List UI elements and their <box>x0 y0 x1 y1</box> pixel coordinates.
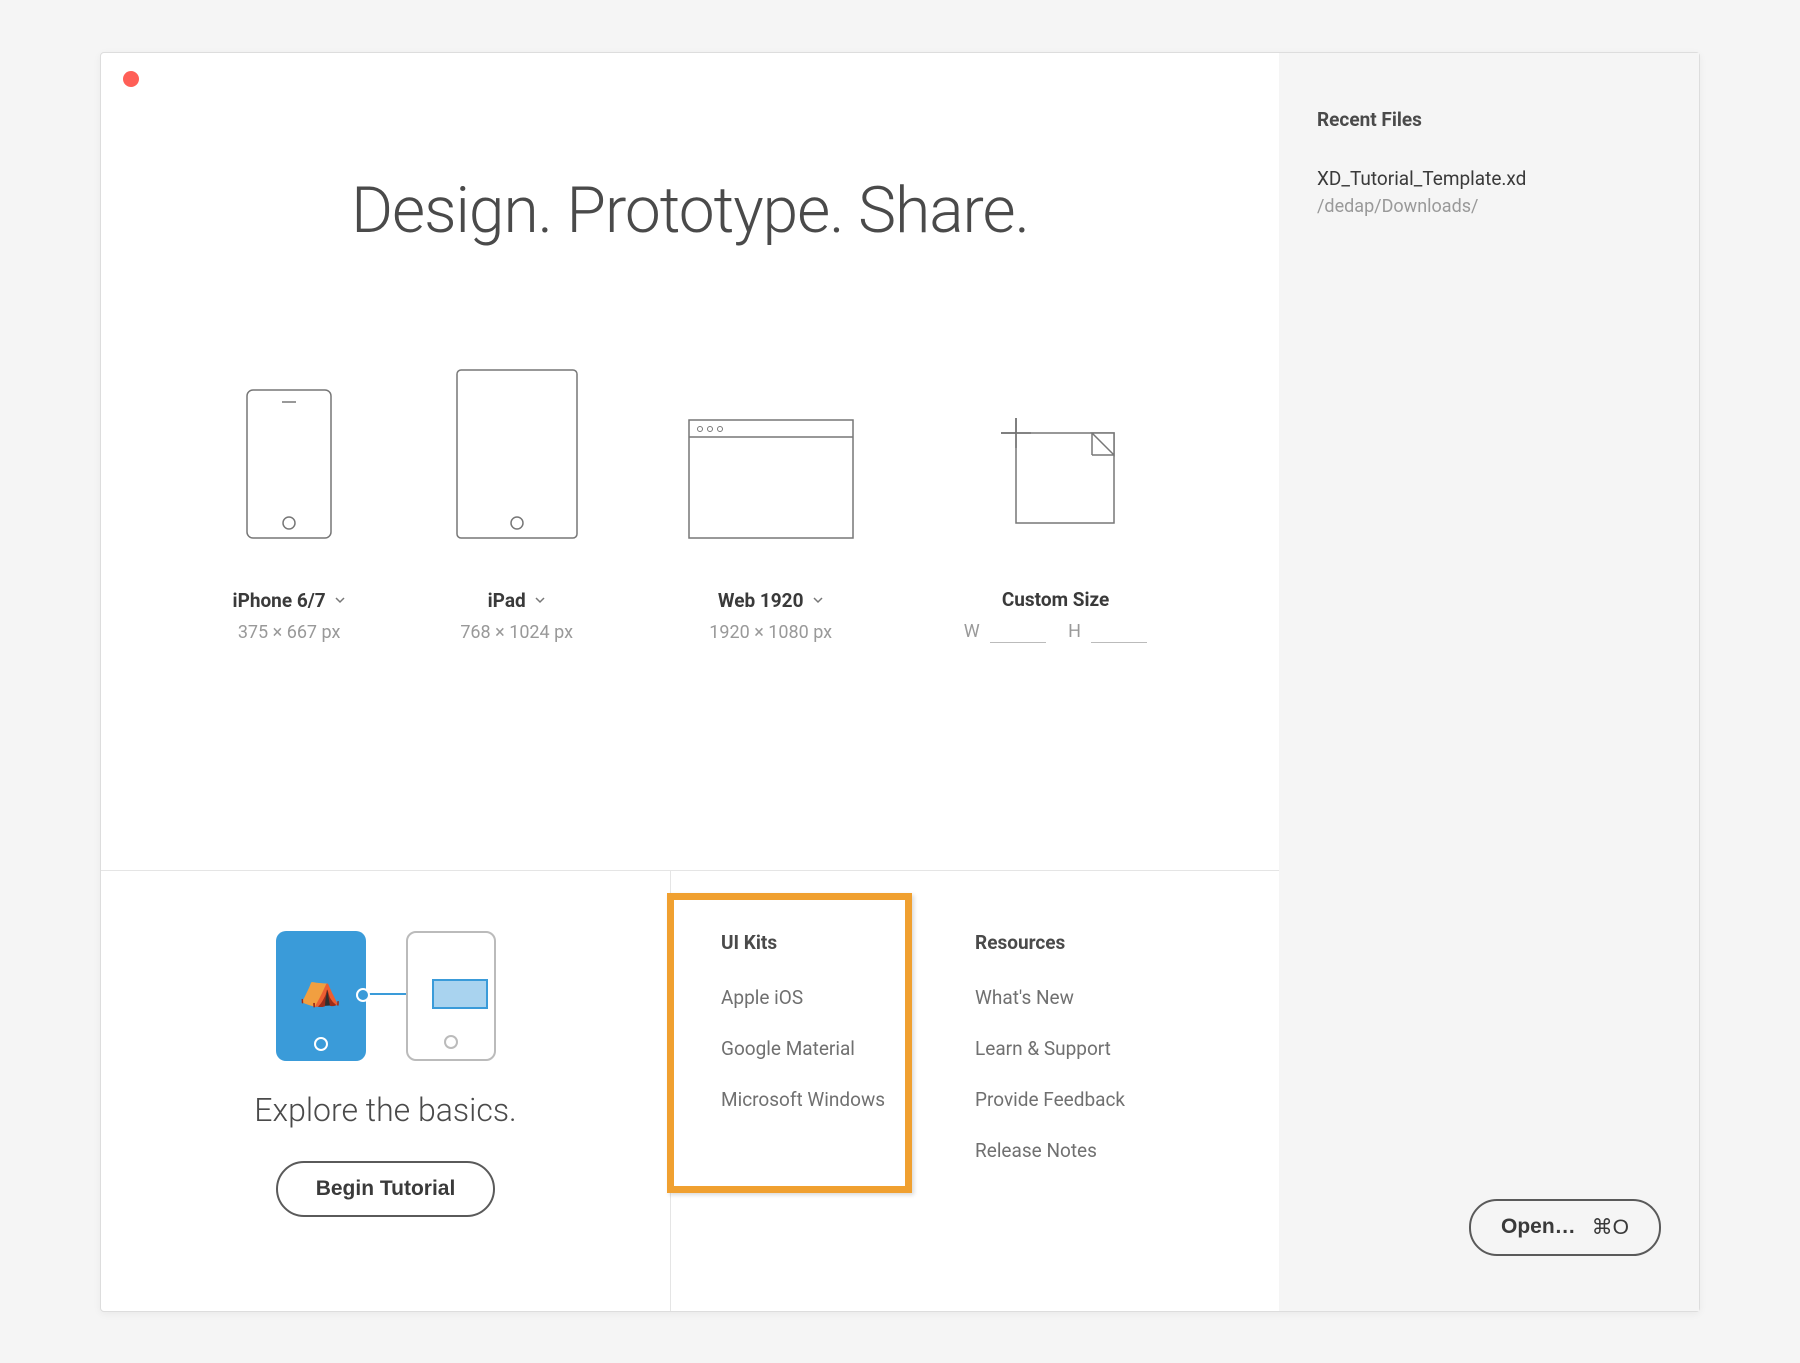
browser-icon <box>688 369 854 539</box>
custom-size-inputs: W H <box>964 621 1148 643</box>
chevron-down-icon <box>812 594 824 606</box>
recent-files-sidebar: Recent Files XD_Tutorial_Template.xd /de… <box>1279 53 1699 1311</box>
artboard-presets: iPhone 6/7 375 × 667 px iPad <box>233 368 1148 643</box>
tablet-icon <box>456 369 578 539</box>
chevron-down-icon <box>334 594 346 606</box>
preset-dimensions: 1920 × 1080 px <box>709 622 832 643</box>
preset-dimensions: 768 × 1024 px <box>460 622 573 643</box>
preset-label-row: Web 1920 <box>718 589 824 612</box>
width-input[interactable] <box>990 621 1046 643</box>
preset-label-row: iPad <box>488 589 546 612</box>
preset-label: iPad <box>488 589 526 612</box>
recent-file-item[interactable]: XD_Tutorial_Template.xd /dedap/Downloads… <box>1317 167 1661 217</box>
phone-white-icon <box>406 931 496 1061</box>
preset-label-row: Custom Size <box>1002 588 1109 611</box>
connector-line <box>362 993 412 995</box>
tutorial-section: ⛺ Explore the basics. Begin Tutorial <box>101 871 671 1311</box>
resources-column: Resources What's New Learn & Support Pro… <box>975 931 1125 1311</box>
recent-file-name: XD_Tutorial_Template.xd <box>1317 167 1661 190</box>
ui-kits-header: UI Kits <box>721 931 885 954</box>
resource-whats-new[interactable]: What's New <box>975 986 1125 1009</box>
preset-label: Web 1920 <box>718 589 804 612</box>
open-shortcut: ⌘O <box>1592 1215 1629 1240</box>
preset-custom[interactable]: Custom Size W H <box>964 368 1148 643</box>
chevron-down-icon <box>534 594 546 606</box>
preset-ipad[interactable]: iPad 768 × 1024 px <box>456 369 578 643</box>
main-panel: Design. Prototype. Share. iPhone 6/7 <box>101 53 1279 1311</box>
open-file-button[interactable]: Open… ⌘O <box>1469 1199 1661 1256</box>
preset-iphone[interactable]: iPhone 6/7 375 × 667 px <box>233 369 346 643</box>
resources-header: Resources <box>975 931 1125 954</box>
tutorial-illustration: ⛺ <box>276 931 496 1061</box>
height-label: H <box>1068 621 1081 642</box>
start-window: Design. Prototype. Share. iPhone 6/7 <box>100 52 1700 1312</box>
hero-title: Design. Prototype. Share. <box>351 173 1029 248</box>
resource-provide-feedback[interactable]: Provide Feedback <box>975 1088 1125 1111</box>
open-label: Open… <box>1501 1215 1576 1239</box>
preset-label-row: iPhone 6/7 <box>233 589 346 612</box>
custom-artboard-icon <box>996 368 1116 538</box>
preset-label: Custom Size <box>1002 588 1109 611</box>
uikit-google-material[interactable]: Google Material <box>721 1037 885 1060</box>
recent-file-path: /dedap/Downloads/ <box>1317 196 1661 217</box>
resource-release-notes[interactable]: Release Notes <box>975 1139 1125 1162</box>
width-label: W <box>964 621 980 642</box>
phone-icon <box>246 369 332 539</box>
resource-learn-support[interactable]: Learn & Support <box>975 1037 1125 1060</box>
tutorial-title: Explore the basics. <box>254 1091 516 1129</box>
phone-blue-icon: ⛺ <box>276 931 366 1061</box>
uikit-microsoft-windows[interactable]: Microsoft Windows <box>721 1088 885 1111</box>
recent-files-header: Recent Files <box>1317 108 1661 131</box>
uikit-apple-ios[interactable]: Apple iOS <box>721 986 885 1009</box>
bottom-section: ⛺ Explore the basics. Begin Tutorial UI … <box>101 871 1279 1311</box>
hero-section: Design. Prototype. Share. iPhone 6/7 <box>101 53 1279 871</box>
preset-label: iPhone 6/7 <box>233 589 326 612</box>
height-input[interactable] <box>1091 621 1147 643</box>
preset-web[interactable]: Web 1920 1920 × 1080 px <box>688 369 854 643</box>
preset-dimensions: 375 × 667 px <box>238 622 341 643</box>
links-section: UI Kits Apple iOS Google Material Micros… <box>671 871 1279 1311</box>
begin-tutorial-button[interactable]: Begin Tutorial <box>276 1161 496 1217</box>
close-window-button[interactable] <box>123 71 139 87</box>
ui-kits-column: UI Kits Apple iOS Google Material Micros… <box>721 931 885 1311</box>
